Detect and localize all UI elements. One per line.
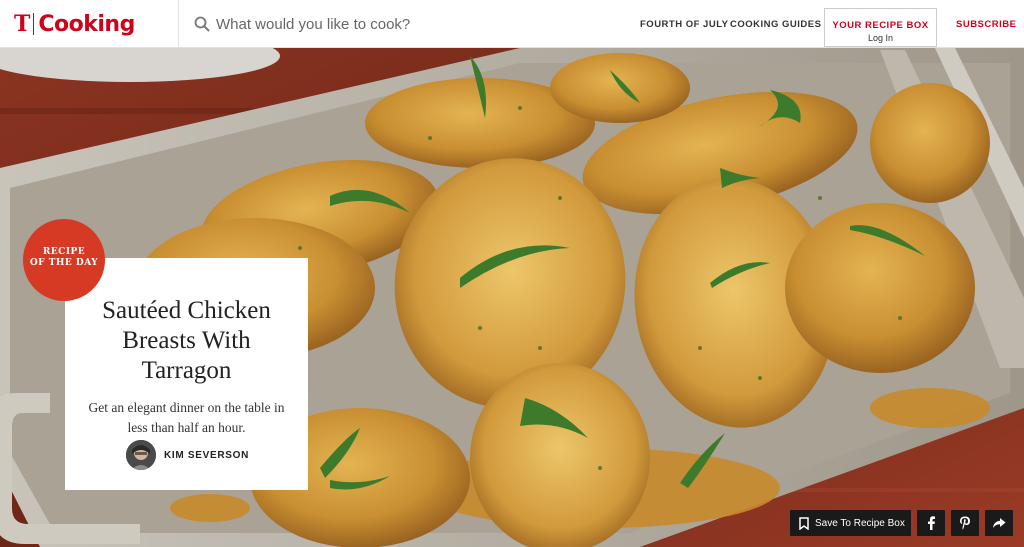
nav-fourth-of-july[interactable]: FOURTH OF JULY (640, 19, 728, 30)
search-bar[interactable] (194, 12, 614, 36)
recipe-of-the-day-badge: RECIPE OF THE DAY (23, 219, 105, 301)
badge-line-2: OF THE DAY (29, 258, 99, 268)
pinterest-icon (960, 516, 970, 530)
share-icon (993, 518, 1006, 528)
logo-divider (33, 13, 35, 35)
recipe-box-label: YOUR RECIPE BOX (832, 20, 929, 31)
facebook-share-button[interactable] (917, 510, 945, 536)
recipe-description: Get an elegant dinner on the table in le… (88, 400, 285, 435)
subscribe-link[interactable]: SUBSCRIBE (956, 19, 1016, 30)
featured-recipe-card[interactable]: Sautéed Chicken Breasts With Tarragon Ge… (65, 258, 308, 490)
logo-wordmark: Cooking (38, 11, 135, 37)
site-header: T Cooking FOURTH OF JULY COOKING GUIDES … (0, 0, 1024, 48)
recipe-title[interactable]: Sautéed Chicken Breasts With Tarragon (83, 296, 290, 386)
nyt-logo-mark: T (14, 11, 31, 37)
pinterest-share-button[interactable] (951, 510, 979, 536)
search-icon[interactable] (194, 16, 210, 32)
facebook-icon (928, 516, 935, 530)
header-divider (178, 0, 179, 48)
nyt-cooking-logo[interactable]: T Cooking (14, 9, 135, 39)
recipe-box-button[interactable]: YOUR RECIPE BOX Log In (824, 8, 937, 47)
share-button[interactable] (985, 510, 1013, 536)
badge-line-1: RECIPE (42, 247, 86, 257)
save-to-recipe-box-button[interactable]: Save To Recipe Box (790, 510, 911, 536)
bookmark-icon (799, 516, 809, 530)
author-avatar (126, 440, 156, 470)
recipe-author[interactable]: KIM SEVERSON (126, 440, 249, 470)
nav-cooking-guides[interactable]: COOKING GUIDES (730, 19, 821, 30)
search-input[interactable] (216, 15, 596, 33)
login-link[interactable]: Log In (825, 33, 936, 43)
save-button-label: Save To Recipe Box (815, 517, 905, 529)
author-name[interactable]: KIM SEVERSON (164, 450, 249, 461)
